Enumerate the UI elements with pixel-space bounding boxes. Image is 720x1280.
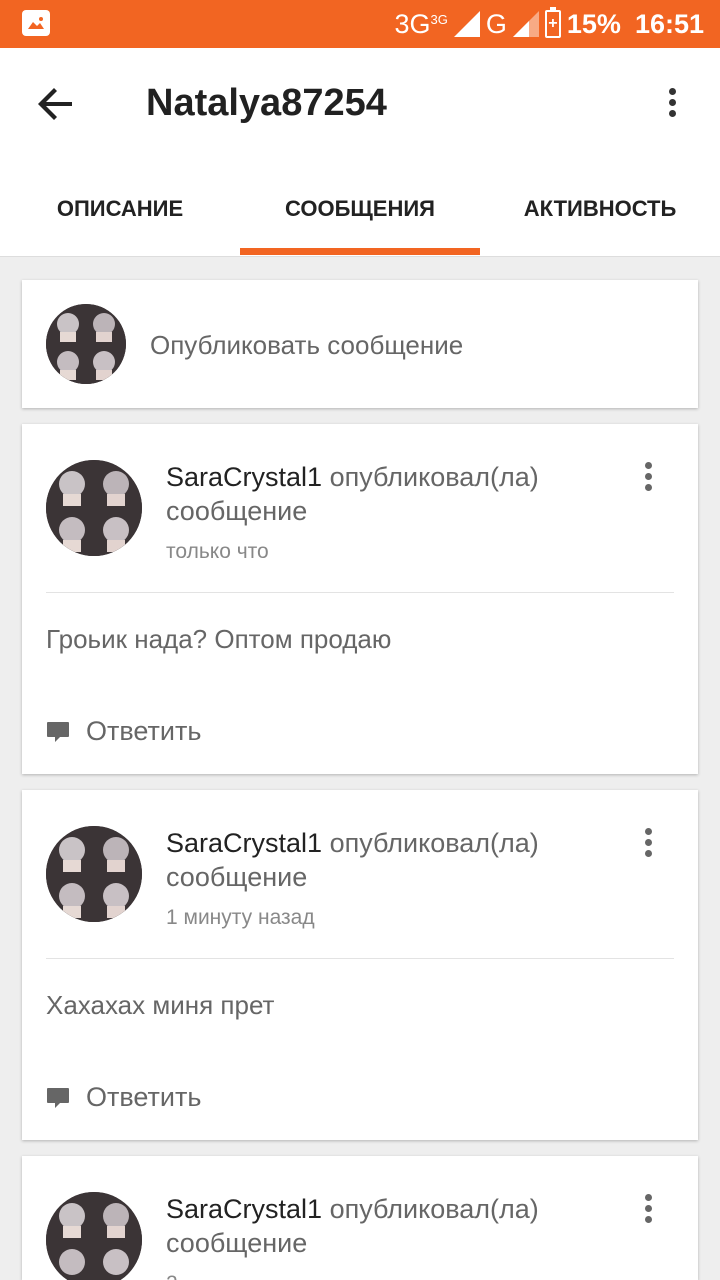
- page-title: Natalya87254: [146, 82, 387, 124]
- post-header: SaraCrystal1 опубликовал(ла) сообщение: [166, 460, 616, 528]
- compose-placeholder[interactable]: Опубликовать сообщение: [150, 330, 463, 361]
- signal-weak-icon: [512, 11, 539, 37]
- reply-button[interactable]: Ответить: [46, 1082, 201, 1113]
- tab-activity[interactable]: АКТИВНОСТЬ: [480, 164, 720, 256]
- avatar: [46, 304, 126, 384]
- reply-label: Ответить: [86, 1082, 202, 1112]
- more-vert-icon[interactable]: [638, 1190, 658, 1230]
- author-name[interactable]: SaraCrystal1: [166, 462, 322, 492]
- reply-button[interactable]: Ответить: [46, 716, 201, 747]
- tab-indicator: [240, 248, 480, 255]
- more-vert-icon[interactable]: [660, 84, 684, 124]
- clock: 16:51: [634, 8, 704, 39]
- network-3g-small-label: 3G: [430, 11, 448, 27]
- reply-label: Ответить: [86, 716, 202, 746]
- post-card: SaraCrystal1 опубликовал(ла) сообщение 2: [22, 1156, 698, 1280]
- post-time: 1 минуту назад: [166, 906, 315, 929]
- more-vert-icon[interactable]: [638, 458, 658, 498]
- avatar[interactable]: [46, 460, 142, 556]
- divider: [46, 592, 674, 593]
- author-name[interactable]: SaraCrystal1: [166, 1194, 322, 1224]
- tab-messages[interactable]: СООБЩЕНИЯ: [240, 164, 480, 256]
- post-header: SaraCrystal1 опубликовал(ла) сообщение: [166, 826, 616, 894]
- post-card: SaraCrystal1 опубликовал(ла) сообщение т…: [22, 424, 698, 774]
- avatar[interactable]: [46, 826, 142, 922]
- status-indicators: 3G 3G G + 15% 16:51: [394, 0, 704, 48]
- network-3g-label: 3G: [394, 8, 431, 39]
- gallery-icon: [22, 10, 50, 36]
- more-vert-icon[interactable]: [638, 824, 658, 864]
- battery-charging-icon: +: [544, 7, 561, 38]
- comment-icon: [47, 721, 69, 742]
- post-time: 2: [166, 1272, 178, 1280]
- post-text: Хахахах миня прет: [46, 990, 275, 1020]
- post-card: SaraCrystal1 опубликовал(ла) сообщение 1…: [22, 790, 698, 1140]
- network-g-label: G: [485, 8, 507, 39]
- status-bar: 3G 3G G + 15% 16:51: [0, 0, 720, 48]
- post-time: только что: [166, 540, 269, 563]
- post-header: SaraCrystal1 опубликовал(ла) сообщение: [166, 1192, 616, 1260]
- tab-bar: ОПИСАНИЕ СООБЩЕНИЯ АКТИВНОСТЬ: [0, 164, 720, 257]
- divider: [46, 958, 674, 959]
- author-name[interactable]: SaraCrystal1: [166, 828, 322, 858]
- avatar[interactable]: [46, 1192, 142, 1280]
- post-text: Гроьик нада? Оптом продаю: [46, 624, 392, 654]
- compose-card[interactable]: Опубликовать сообщение: [22, 280, 698, 408]
- arrow-back-icon[interactable]: [36, 84, 76, 124]
- tab-description[interactable]: ОПИСАНИЕ: [0, 164, 240, 256]
- battery-level: 15%: [566, 8, 621, 39]
- signal-icon: [453, 11, 480, 37]
- comment-icon: [47, 1087, 69, 1108]
- app-bar: Natalya87254: [0, 48, 720, 164]
